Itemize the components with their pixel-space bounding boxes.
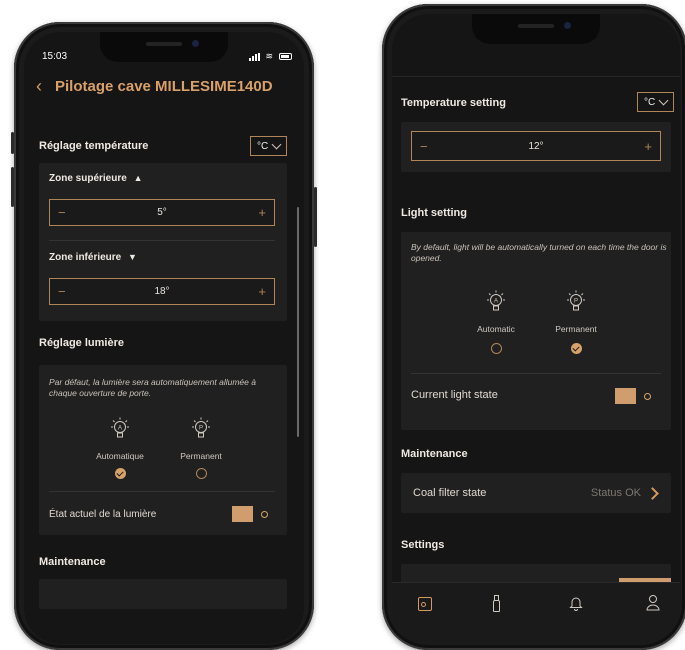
chevron-down-icon [658, 95, 669, 106]
coal-filter-status: Status OK [590, 487, 641, 499]
decrease-button[interactable]: − [58, 284, 66, 299]
svg-text:A: A [118, 426, 122, 432]
svg-text:P: P [199, 426, 203, 432]
light-description: By default, light will be automatically … [411, 242, 667, 264]
lower-zone-value: 18° [154, 286, 170, 297]
toggle-knob [261, 510, 268, 518]
temperature-stepper[interactable]: − 12° + [411, 131, 661, 161]
temperature-section-title: Temperature setting [401, 97, 506, 109]
upper-zone-value: 5° [157, 207, 167, 218]
light-description: Par défaut, la lumière sera automatiquem… [49, 377, 256, 399]
svg-text:P: P [574, 299, 578, 305]
notch [472, 14, 600, 44]
upper-zone-label: Zone supérieure ▲ [49, 173, 143, 184]
svg-text:A: A [494, 299, 498, 305]
battery-icon [279, 53, 292, 60]
left-phone: 15:03 ≋ ‹ Pilotage cave MILLESIME140D Ré… [11, 22, 317, 650]
scrollbar[interactable] [297, 207, 299, 437]
wifi-icon: ≋ [265, 51, 273, 61]
automatic-option-label: Automatique [96, 451, 144, 461]
right-screen: Temperature setting °C − 12° + Light set… [392, 14, 680, 644]
permanent-bulb-icon: P [192, 417, 210, 438]
left-screen: 15:03 ≋ ‹ Pilotage cave MILLESIME140D Ré… [24, 32, 304, 644]
increase-button[interactable]: + [258, 284, 266, 299]
user-icon [646, 595, 660, 611]
right-phone: Temperature setting °C − 12° + Light set… [382, 4, 685, 650]
settings-section-title: Settings [401, 539, 445, 551]
side-button [11, 132, 14, 154]
tab-bottle[interactable] [493, 595, 500, 612]
unit-select[interactable]: °C [250, 136, 288, 156]
permanent-option-label: Permanent [555, 324, 597, 334]
light-toggle[interactable] [615, 388, 651, 404]
bell-icon [569, 597, 583, 611]
temperature-section-title: Réglage température [39, 140, 149, 152]
light-toggle[interactable] [232, 506, 268, 522]
tab-wine-cellar[interactable] [418, 597, 432, 611]
light-panel: By default, light will be automatically … [401, 232, 671, 430]
tab-bar [392, 582, 680, 644]
toggle-track [232, 506, 253, 522]
temperature-value: 12° [528, 140, 544, 152]
wine-cellar-icon [421, 602, 426, 607]
side-button [11, 167, 14, 207]
upper-zone-stepper[interactable]: − 5° + [49, 199, 275, 226]
coal-filter-label: Coal filter state [413, 487, 487, 499]
toggle-knob [644, 392, 651, 400]
lower-zone-stepper[interactable]: − 18° + [49, 278, 275, 305]
decrease-button[interactable]: − [58, 205, 66, 220]
temperature-panel: − 12° + [401, 122, 671, 172]
side-button [314, 187, 317, 247]
light-section-title: Light setting [401, 207, 467, 219]
lower-zone-label: Zone inférieure ▼ [49, 252, 137, 263]
automatic-bulb-icon: A [111, 417, 129, 438]
increase-button[interactable]: + [644, 139, 652, 154]
back-button[interactable]: ‹ [36, 77, 48, 95]
divider [49, 240, 275, 241]
unit-value: °C [644, 96, 656, 108]
unit-value: °C [257, 140, 269, 152]
toggle-track [615, 388, 636, 404]
current-light-state-label: État actuel de la lumière [49, 509, 157, 520]
divider [392, 76, 680, 77]
tab-profile[interactable] [646, 594, 660, 616]
maintenance-section-title: Maintenance [401, 448, 468, 460]
permanent-bulb-icon: P [567, 290, 585, 311]
divider [411, 373, 661, 374]
permanent-radio[interactable] [571, 343, 582, 354]
unit-select[interactable]: °C [637, 92, 675, 112]
signal-icon [249, 53, 260, 61]
light-section-title: Réglage lumière [39, 337, 124, 349]
automatic-radio[interactable] [491, 343, 502, 354]
page-title: Pilotage cave MILLESIME140D [55, 78, 273, 95]
current-light-state-label: Current light state [411, 389, 498, 401]
increase-button[interactable]: + [258, 205, 266, 220]
maintenance-panel [39, 579, 287, 609]
chevron-right-icon [646, 487, 659, 500]
permanent-option-label: Permanent [180, 451, 222, 461]
temperature-panel: Zone supérieure ▲ − 5° + Zone inférieure… [39, 163, 287, 321]
maintenance-section-title: Maintenance [39, 556, 106, 568]
light-panel: Par défaut, la lumière sera automatiquem… [39, 365, 287, 535]
permanent-radio[interactable] [196, 468, 207, 479]
coal-filter-row[interactable]: Coal filter state Status OK [401, 473, 671, 513]
tab-notifications[interactable] [569, 595, 583, 616]
chevron-down-icon [271, 139, 282, 150]
automatic-radio[interactable] [115, 468, 126, 479]
status-time: 15:03 [42, 51, 68, 62]
automatic-bulb-icon: A [487, 290, 505, 311]
notch [100, 32, 228, 62]
automatic-option-label: Automatic [477, 324, 515, 334]
divider [49, 491, 275, 492]
decrease-button[interactable]: − [420, 139, 428, 154]
